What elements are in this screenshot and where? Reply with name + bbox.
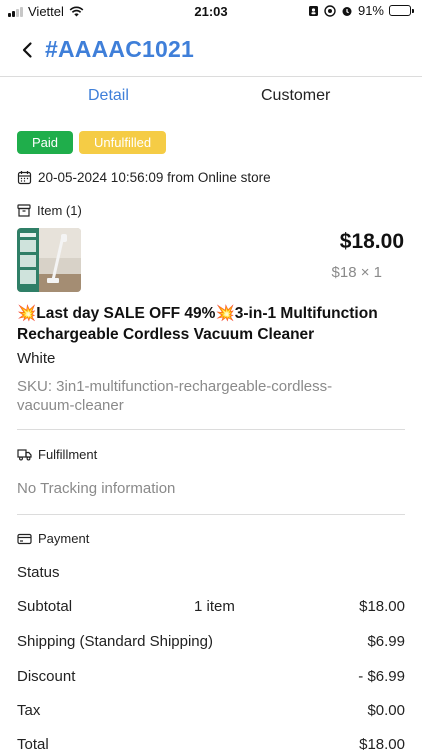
shipping-row: Shipping (Standard Shipping) $6.99 (17, 633, 405, 653)
battery-percent: 91% (357, 3, 384, 18)
tax-value: $0.00 (367, 702, 405, 719)
header: #AAAAC1021 (0, 26, 422, 76)
paid-badge: Paid (17, 131, 74, 154)
fulfillment-heading-label: Fulfillment (38, 447, 98, 462)
item-unit-price-qty: $18 × 1 (331, 264, 382, 281)
section-divider (17, 429, 405, 430)
tax-label: Tax (17, 702, 41, 719)
payment-section-heading: Payment (17, 531, 89, 546)
order-title: #AAAAC1021 (45, 36, 195, 62)
item-total-price: $18.00 (339, 230, 404, 253)
tax-row: Tax $0.00 (17, 702, 405, 722)
tab-detail[interactable]: Detail (88, 87, 129, 105)
total-value: $18.00 (359, 736, 405, 750)
unfulfilled-badge: Unfulfilled (79, 131, 167, 154)
status-badges: Paid Unfulfilled (17, 131, 167, 154)
header-divider (0, 76, 422, 77)
subtotal-row: Subtotal 1 item $18.00 (17, 598, 405, 618)
archive-box-icon (17, 204, 31, 217)
subtotal-label: Subtotal (17, 598, 73, 615)
product-sku: SKU: 3in1-multifunction-rechargeable-cor… (17, 378, 333, 414)
shipping-value: $6.99 (367, 633, 405, 650)
item-heading-label: Item (1) (37, 203, 82, 218)
credit-card-icon (17, 533, 32, 544)
location-icon (324, 4, 336, 17)
product-thumbnail[interactable] (17, 228, 81, 292)
tab-bar: Detail Customer (0, 78, 422, 114)
payment-heading-label: Payment (38, 531, 90, 546)
product-image (17, 228, 81, 292)
subtotal-item-count: 1 item (194, 598, 235, 615)
discount-row: Discount - $6.99 (17, 668, 405, 688)
portrait-lock-icon (308, 5, 318, 16)
payment-status-row: Status (17, 564, 405, 584)
order-date-row: 20-05-2024 10:56:09 from Online store (17, 170, 271, 185)
chevron-left-icon (22, 42, 32, 58)
item-section-heading: Item (1) (17, 203, 82, 218)
total-row: Total $18.00 (17, 736, 405, 750)
status-bar: Viettel 21:03 91% (0, 0, 422, 22)
shipping-label: Shipping (Standard Shipping) (17, 633, 213, 650)
tracking-info: No Tracking information (17, 480, 176, 497)
subtotal-value: $18.00 (359, 598, 405, 615)
product-title[interactable]: 💥Last day SALE OFF 49%💥3-in-1 Multifunct… (17, 303, 407, 345)
section-divider (17, 514, 405, 515)
fulfillment-section-heading: Fulfillment (17, 447, 97, 462)
back-button[interactable] (16, 38, 40, 62)
alarm-icon (342, 6, 352, 16)
status-right: 91% (308, 3, 414, 18)
total-label: Total (17, 736, 49, 750)
discount-label: Discount (17, 668, 76, 685)
tab-customer[interactable]: Customer (261, 87, 330, 105)
payment-status-label: Status (17, 564, 60, 581)
truck-icon (17, 449, 32, 461)
discount-value: - $6.99 (358, 668, 405, 685)
product-variant: White (17, 350, 56, 367)
order-datetime: 20-05-2024 10:56:09 from Online store (38, 170, 271, 185)
battery-icon (389, 5, 414, 16)
calendar-icon (17, 171, 32, 185)
